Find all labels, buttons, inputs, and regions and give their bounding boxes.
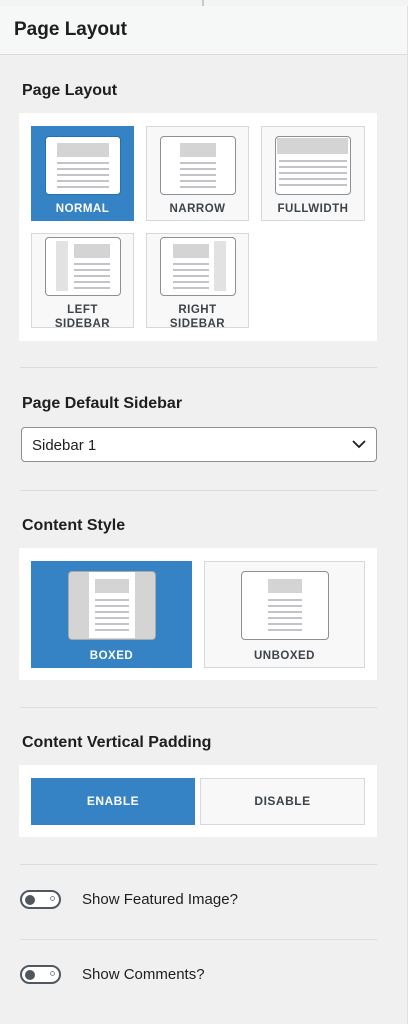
toggle-off-indicator-icon — [50, 895, 55, 901]
layout-option-fullwidth-label: FULLWIDTH — [277, 203, 349, 215]
default-sidebar-select-value: Sidebar 1 — [32, 437, 97, 454]
toggle-knob — [25, 969, 35, 980]
layout-option-right-sidebar-label-line1: RIGHT — [178, 304, 217, 316]
layout-option-left-sidebar-label-line1: LEFT — [67, 304, 98, 316]
left-sidebar-layout-icon — [45, 237, 121, 296]
chevron-down-icon — [352, 440, 366, 449]
layout-option-left-sidebar-label-line2: SIDEBAR — [54, 318, 111, 330]
layout-option-normal[interactable]: NORMAL — [31, 126, 134, 221]
fullwidth-layout-icon — [275, 136, 351, 195]
layout-option-narrow-label: NARROW — [169, 203, 226, 215]
content-style-unboxed-label: UNBOXED — [253, 650, 315, 662]
divider — [20, 707, 377, 708]
unboxed-style-icon — [241, 571, 329, 640]
divider — [20, 490, 377, 491]
default-sidebar-heading: Page Default Sidebar — [22, 395, 183, 412]
show-featured-image-label: Show Featured Image? — [82, 891, 238, 908]
content-style-boxed[interactable]: BOXED — [31, 561, 192, 668]
divider — [20, 939, 377, 940]
layout-option-right-sidebar-label-line2: SIDEBAR — [169, 318, 226, 330]
vertical-padding-heading: Content Vertical Padding — [22, 734, 212, 751]
layout-option-left-sidebar[interactable]: LEFT SIDEBAR — [31, 233, 134, 330]
show-comments-toggle[interactable] — [20, 965, 61, 984]
narrow-layout-icon — [160, 136, 236, 195]
content-style-heading: Content Style — [22, 517, 126, 534]
disable-padding-button[interactable]: DISABLE — [200, 778, 365, 825]
layout-option-right-sidebar[interactable]: RIGHT SIDEBAR — [146, 233, 249, 330]
show-comments-label: Show Comments? — [82, 966, 205, 983]
toggle-knob — [25, 894, 35, 905]
enable-padding-button[interactable]: ENABLE — [31, 778, 195, 825]
panel-header[interactable]: Page Layout — [0, 6, 408, 55]
content-style-unboxed[interactable]: UNBOXED — [204, 561, 365, 668]
layout-option-normal-label: NORMAL — [55, 203, 110, 215]
layout-option-narrow[interactable]: NARROW — [146, 126, 249, 221]
page-layout-heading: Page Layout — [22, 82, 118, 99]
right-sidebar-layout-icon — [160, 237, 236, 296]
boxed-style-icon — [68, 571, 156, 640]
default-sidebar-select[interactable]: Sidebar 1 — [21, 427, 377, 462]
layout-option-fullwidth[interactable]: FULLWIDTH — [261, 126, 365, 221]
content-style-boxed-label: BOXED — [89, 650, 134, 662]
divider — [20, 864, 377, 865]
show-featured-image-toggle[interactable] — [20, 890, 61, 909]
panel-title: Page Layout — [14, 19, 127, 40]
normal-layout-icon — [45, 136, 121, 195]
divider — [20, 367, 377, 368]
toggle-off-indicator-icon — [50, 970, 55, 976]
